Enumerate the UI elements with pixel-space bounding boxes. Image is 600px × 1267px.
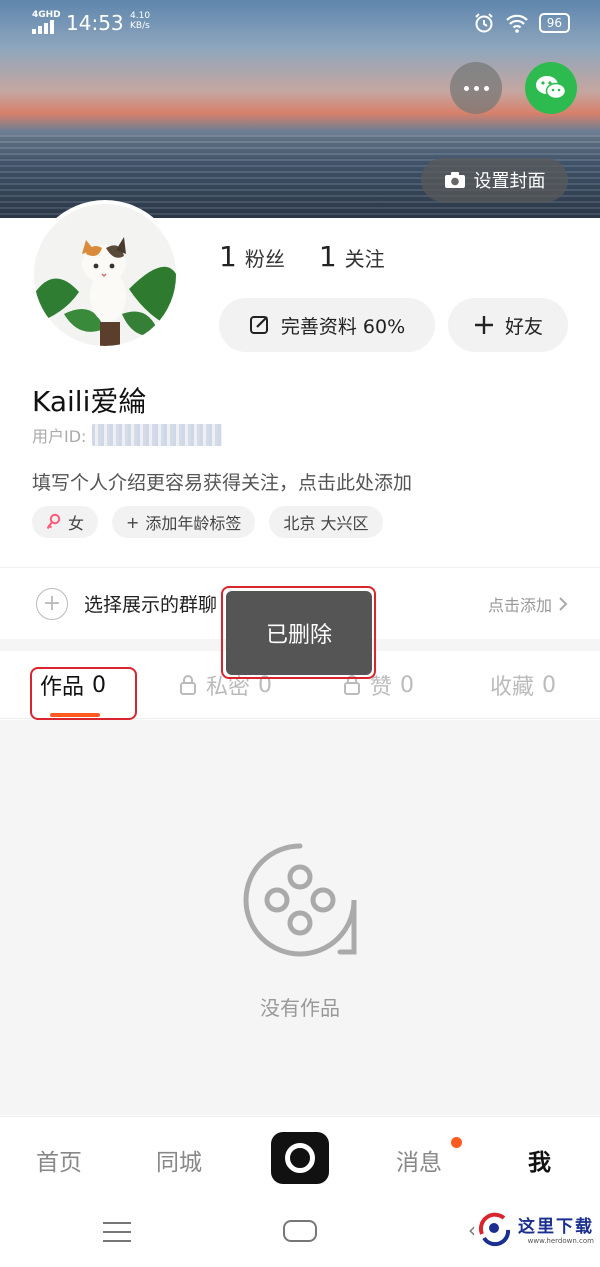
film-reel-icon xyxy=(243,843,357,957)
status-time: 14:53 xyxy=(66,11,124,35)
tab-favorites[interactable]: 收藏 0 xyxy=(490,669,556,701)
network-type: 4GHD xyxy=(32,10,61,20)
fans-stat[interactable]: 1 粉丝 xyxy=(219,240,285,273)
alarm-icon xyxy=(475,13,493,33)
user-id-label: 用户ID: xyxy=(32,427,87,446)
nickname[interactable]: Kaili爱綸 xyxy=(32,380,146,420)
signal-icon xyxy=(32,20,54,34)
female-icon xyxy=(46,513,61,530)
works-content: 没有作品 xyxy=(0,720,600,1115)
watermark-logo-icon xyxy=(478,1212,511,1247)
fans-label: 粉丝 xyxy=(244,247,285,271)
bio-placeholder[interactable]: 填写个人介绍更容易获得关注，点击此处添加 xyxy=(32,468,412,495)
gender-tag-label: 女 xyxy=(68,514,85,533)
more-options-button[interactable] xyxy=(450,62,502,114)
tab-likes-count: 0 xyxy=(400,672,415,698)
tab-works-count: 0 xyxy=(92,672,107,698)
lock-icon xyxy=(180,675,196,695)
more-dots-icon xyxy=(463,85,489,91)
edit-icon xyxy=(249,316,268,334)
status-bar: 4GHD 14:53 4.10 KB/s 96 xyxy=(0,0,600,48)
system-navigation: ‹ 这里下载 www.herdown.com xyxy=(0,1200,600,1267)
nav-home[interactable]: 首页 xyxy=(36,1143,82,1177)
gender-tag[interactable]: 女 xyxy=(32,506,99,538)
active-tab-indicator xyxy=(50,713,100,717)
toast-message: 已删除 xyxy=(226,591,372,675)
lock-icon xyxy=(344,675,360,695)
profile-tags: 女 + 添加年龄标签 北京 大兴区 xyxy=(32,506,383,538)
record-icon xyxy=(285,1143,315,1173)
network-speed: 4.10 KB/s xyxy=(130,11,150,31)
set-cover-label: 设置封面 xyxy=(473,171,546,192)
menu-icon[interactable] xyxy=(103,1222,131,1242)
plus-icon xyxy=(474,316,493,334)
wechat-icon xyxy=(536,76,567,100)
complete-profile-label: 完善资料 60% xyxy=(280,315,406,338)
location-tag-label: 北京 大兴区 xyxy=(283,514,369,533)
battery-indicator: 96 xyxy=(538,13,570,33)
nav-nearby[interactable]: 同城 xyxy=(156,1143,202,1177)
camera-button[interactable] xyxy=(271,1132,329,1184)
plus-icon: + xyxy=(126,512,140,532)
tab-likes-label: 赞 xyxy=(370,675,393,700)
add-friend-button[interactable]: 好友 xyxy=(448,298,568,352)
watermark-url: www.herdown.com xyxy=(527,1236,594,1245)
profile-stats: 1 粉丝 1 关注 xyxy=(219,240,385,273)
speed-unit: KB/s xyxy=(130,21,150,31)
tab-favorites-count: 0 xyxy=(542,672,557,698)
speed-value: 4.10 xyxy=(130,11,151,21)
location-tag[interactable]: 北京 大兴区 xyxy=(269,506,383,538)
user-id-redacted xyxy=(92,424,223,446)
user-id: 用户ID: xyxy=(32,423,223,447)
age-tag[interactable]: + 添加年龄标签 xyxy=(112,506,256,538)
add-circle-icon: + xyxy=(36,587,68,620)
bottom-navigation: 首页 同城 消息 我 xyxy=(0,1116,600,1200)
wifi-icon xyxy=(505,14,528,33)
nav-me[interactable]: 我 xyxy=(528,1143,551,1177)
following-label: 关注 xyxy=(344,247,385,271)
avatar-image xyxy=(34,204,176,346)
complete-profile-button[interactable]: 完善资料 60% xyxy=(219,298,435,352)
add-friend-label: 好友 xyxy=(504,315,543,338)
following-count: 1 xyxy=(318,240,337,273)
nav-messages[interactable]: 消息 xyxy=(396,1143,442,1177)
fans-count: 1 xyxy=(219,240,237,273)
profile-screen: 4GHD 14:53 4.10 KB/s 96 设置封面 1 粉丝 1 关注 完… xyxy=(0,0,600,1267)
watermark-text: 这里下载 xyxy=(518,1216,594,1237)
age-tag-label: 添加年龄标签 xyxy=(145,514,242,533)
tab-favorites-label: 收藏 xyxy=(490,675,535,700)
set-cover-button[interactable]: 设置封面 xyxy=(421,158,568,202)
group-chat-action[interactable]: 点击添加 xyxy=(488,592,568,616)
camera-icon xyxy=(444,172,465,188)
wechat-share-button[interactable] xyxy=(525,62,577,114)
group-chat-action-label: 点击添加 xyxy=(487,595,552,615)
tab-private-count: 0 xyxy=(258,672,273,698)
watermark-text-block: 这里下载 www.herdown.com xyxy=(518,1212,594,1245)
empty-state-message: 没有作品 xyxy=(260,996,340,1020)
following-stat[interactable]: 1 关注 xyxy=(319,240,385,273)
watermark: 这里下载 www.herdown.com xyxy=(474,1208,594,1248)
tab-works[interactable]: 作品 0 xyxy=(40,669,106,701)
avatar[interactable] xyxy=(30,200,180,350)
home-icon[interactable] xyxy=(283,1220,317,1242)
group-chat-label: 选择展示的群聊 xyxy=(84,594,218,616)
notification-dot xyxy=(451,1137,462,1148)
status-icons: 96 xyxy=(473,12,570,34)
chevron-right-icon xyxy=(559,596,568,611)
tab-works-label: 作品 xyxy=(40,675,85,700)
